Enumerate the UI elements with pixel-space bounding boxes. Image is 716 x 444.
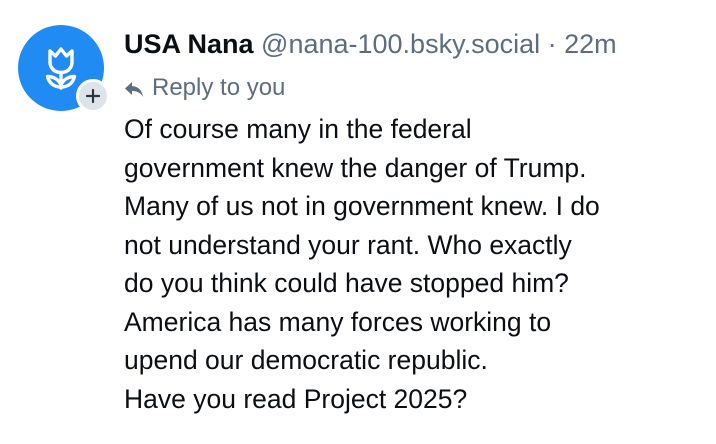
post-body-line: Have you read Project 2025? bbox=[124, 383, 468, 414]
reply-context[interactable]: Reply to you bbox=[124, 72, 285, 104]
reply-arrow-icon bbox=[124, 81, 144, 98]
post-body: Of course many in the federal government… bbox=[124, 110, 709, 418]
post-card: USA Nana @nana-100.bsky.social · 22m Rep… bbox=[0, 0, 716, 444]
post-body-line: America has many forces working to bbox=[124, 306, 552, 337]
author-display-name[interactable]: USA Nana bbox=[124, 29, 254, 59]
post-body-line: government knew the danger of Trump. bbox=[124, 152, 587, 183]
header-separator: · bbox=[547, 29, 557, 59]
post-body-line: Of course many in the federal bbox=[124, 114, 472, 144]
reply-context-label: Reply to you bbox=[152, 74, 286, 101]
post-timestamp[interactable]: 22m bbox=[564, 29, 617, 59]
post-body-line: upend our democratic republic. bbox=[124, 345, 488, 375]
plus-icon bbox=[86, 89, 100, 103]
post-body-line: Many of us not in government knew. I do bbox=[124, 191, 600, 221]
tulip-icon bbox=[45, 47, 77, 90]
post-body-line: do you think could have stopped him? bbox=[124, 268, 569, 298]
avatar-container[interactable] bbox=[18, 25, 110, 113]
author-handle[interactable]: @nana-100.bsky.social bbox=[261, 29, 540, 59]
post-body-line: not understand your rant. Who exactly bbox=[124, 229, 572, 260]
follow-button[interactable] bbox=[76, 79, 110, 113]
post-header: USA Nana @nana-100.bsky.social · 22m bbox=[124, 26, 617, 62]
